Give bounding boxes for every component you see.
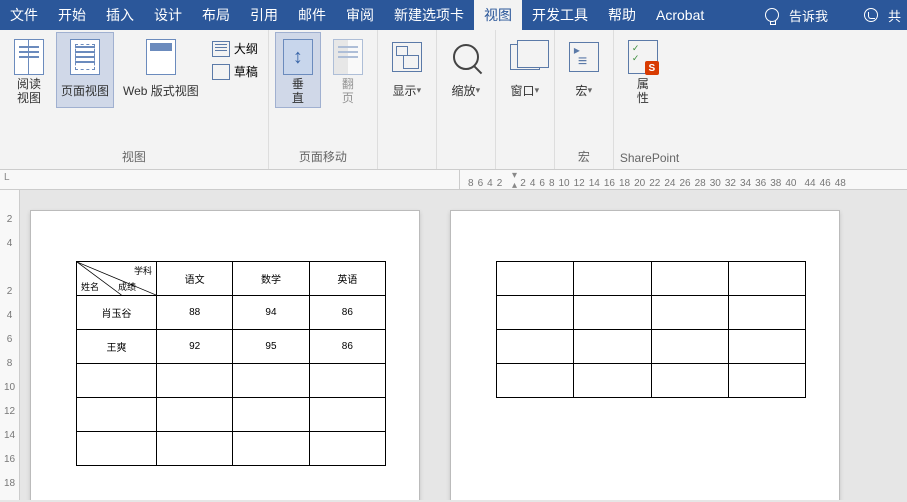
group-macros: 宏▾ 宏 xyxy=(555,30,614,169)
vertical-button[interactable]: 垂 直 xyxy=(275,32,321,108)
tab-home[interactable]: 开始 xyxy=(48,0,96,30)
read-mode-icon xyxy=(14,39,44,75)
indent-marker-bottom[interactable]: ▴ xyxy=(512,180,517,189)
tab-view[interactable]: 视图 xyxy=(474,0,522,30)
group-zoom: 缩放▾ xyxy=(437,30,496,169)
student-scores-table[interactable]: 学科 成绩 姓名 语文 数学 英语 肖玉谷 88 94 86 王爽 92 xyxy=(76,261,386,466)
table-row[interactable]: 王爽 92 95 86 xyxy=(77,330,386,364)
diagonal-header-cell[interactable]: 学科 成绩 姓名 xyxy=(77,262,157,296)
tab-layout[interactable]: 布局 xyxy=(192,0,240,30)
tab-mailings[interactable]: 邮件 xyxy=(288,0,336,30)
group-views: 阅读 视图 页面视图 Web 版式视图 大纲 草稿 视图 xyxy=(0,30,269,169)
tab-insert[interactable]: 插入 xyxy=(96,0,144,30)
outline-icon xyxy=(212,41,230,57)
web-layout-button[interactable]: Web 版式视图 xyxy=(118,32,204,108)
horizontal-ruler[interactable]: ▾ ▴ 864224681012141618202224262830323436… xyxy=(0,170,907,190)
share-icon xyxy=(864,8,878,22)
tab-references[interactable]: 引用 xyxy=(240,0,288,30)
group-label-macros: 宏 xyxy=(561,145,607,169)
table-row[interactable] xyxy=(77,432,386,466)
group-show: 显示▾ xyxy=(378,30,437,169)
show-icon xyxy=(392,42,422,72)
properties-icon xyxy=(628,40,658,74)
tab-developer[interactable]: 开发工具 xyxy=(522,0,598,30)
tab-help[interactable]: 帮助 xyxy=(598,0,646,30)
macro-icon xyxy=(569,42,599,72)
group-sharepoint: 属 性 SharePoint xyxy=(614,30,685,169)
dropdown-caret-icon: ▾ xyxy=(535,83,540,97)
table-header[interactable]: 英语 xyxy=(309,262,385,296)
tab-design[interactable]: 设计 xyxy=(144,0,192,30)
properties-button[interactable]: 属 性 xyxy=(620,32,666,108)
print-layout-icon xyxy=(70,39,100,75)
document-page-1[interactable]: 学科 成绩 姓名 语文 数学 英语 肖玉谷 88 94 86 王爽 92 xyxy=(30,210,420,500)
lightbulb-icon xyxy=(765,8,779,22)
group-page-movement: 垂 直 翻 页 页面移动 xyxy=(269,30,378,169)
dropdown-caret-icon: ▾ xyxy=(476,83,481,97)
tab-file[interactable]: 文件 xyxy=(0,0,48,30)
draft-icon xyxy=(212,64,230,80)
document-area: 2424681012141618 学科 成绩 姓名 语文 数学 英语 肖玉谷 xyxy=(0,190,907,500)
group-label-page-movement: 页面移动 xyxy=(275,145,371,169)
menu-tab-bar: 文件 开始 插入 设计 布局 引用 邮件 审阅 新建选项卡 视图 开发工具 帮助… xyxy=(0,0,907,30)
table-header[interactable]: 语文 xyxy=(157,262,233,296)
dropdown-caret-icon: ▾ xyxy=(588,83,593,97)
empty-table[interactable] xyxy=(496,261,806,398)
outline-button[interactable]: 大纲 xyxy=(208,38,262,59)
vertical-ruler[interactable]: 2424681012141618 xyxy=(0,190,20,500)
show-button[interactable]: 显示▾ xyxy=(384,32,430,108)
table-row[interactable]: 肖玉谷 88 94 86 xyxy=(77,296,386,330)
table-row[interactable] xyxy=(77,398,386,432)
read-mode-button[interactable]: 阅读 视图 xyxy=(6,32,52,108)
group-label-sharepoint: SharePoint xyxy=(620,148,679,169)
window-button[interactable]: 窗口▾ xyxy=(502,32,548,108)
tab-review[interactable]: 审阅 xyxy=(336,0,384,30)
tell-me-button[interactable]: 告诉我 xyxy=(789,6,828,25)
side-to-side-icon xyxy=(333,39,363,75)
magnifier-icon xyxy=(453,44,479,70)
window-icon xyxy=(510,44,540,70)
vertical-icon xyxy=(283,39,313,75)
ribbon: 阅读 视图 页面视图 Web 版式视图 大纲 草稿 视图 垂 直 xyxy=(0,30,907,170)
macros-button[interactable]: 宏▾ xyxy=(561,32,607,108)
document-page-2[interactable]: (Ctrl) ▾ xyxy=(450,210,840,500)
table-row[interactable] xyxy=(77,364,386,398)
tab-acrobat[interactable]: Acrobat xyxy=(646,0,714,30)
table-header[interactable]: 数学 xyxy=(233,262,309,296)
side-to-side-button[interactable]: 翻 页 xyxy=(325,32,371,108)
share-button[interactable]: 共 xyxy=(888,6,901,25)
group-label-views: 视图 xyxy=(6,145,262,169)
zoom-button[interactable]: 缩放▾ xyxy=(443,32,489,108)
dropdown-caret-icon: ▾ xyxy=(417,83,422,97)
tab-newtab[interactable]: 新建选项卡 xyxy=(384,0,474,30)
draft-button[interactable]: 草稿 xyxy=(208,61,262,82)
web-layout-icon xyxy=(146,39,176,75)
print-layout-button[interactable]: 页面视图 xyxy=(56,32,114,108)
group-window: 窗口▾ xyxy=(496,30,555,169)
